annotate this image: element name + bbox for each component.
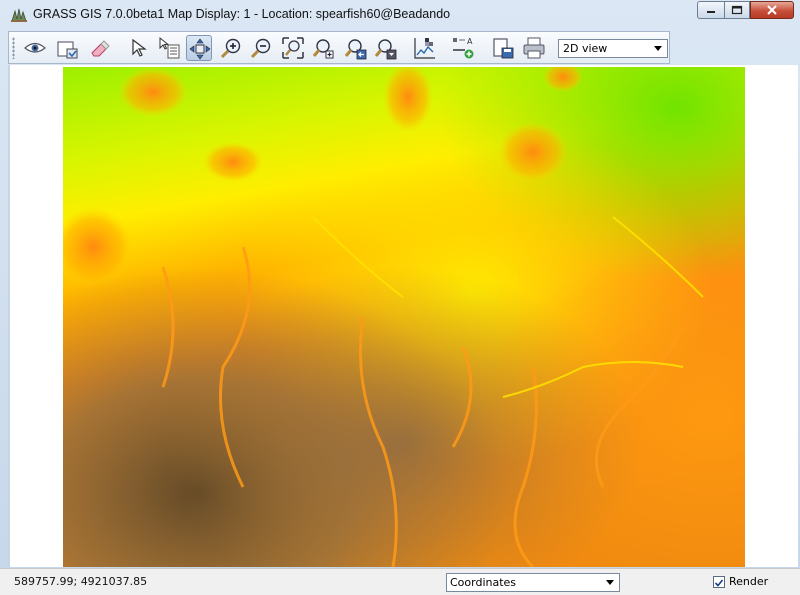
checkmark-icon: [714, 579, 724, 587]
overlay-button[interactable]: A: [450, 35, 476, 61]
zoom-extent-button[interactable]: [280, 35, 306, 61]
save-image-button[interactable]: [490, 35, 516, 61]
maximize-icon: [731, 5, 743, 15]
window-title: GRASS GIS 7.0.0beta1 Map Display: 1 - Lo…: [33, 7, 451, 21]
zoom-menu-button[interactable]: [372, 35, 398, 61]
zoom-region-icon: [312, 39, 334, 59]
coordinates-readout: 589757.99; 4921037.85: [14, 575, 148, 588]
query-button[interactable]: [156, 35, 182, 61]
close-button[interactable]: [750, 1, 794, 19]
map-canvas-border: [8, 65, 10, 567]
title-bar: GRASS GIS 7.0.0beta1 Map Display: 1 - Lo…: [0, 0, 800, 30]
print-button[interactable]: [521, 35, 547, 61]
pan-button[interactable]: [186, 35, 212, 61]
map-display-window: GRASS GIS 7.0.0beta1 Map Display: 1 - Lo…: [0, 0, 800, 595]
status-mode-value: Coordinates: [450, 576, 517, 589]
view-mode-select[interactable]: 2D view: [558, 39, 668, 58]
render-map-icon: [57, 41, 78, 59]
close-icon: [767, 5, 777, 15]
map-toolbar: A 2D view: [8, 31, 670, 64]
zoom-out-button[interactable]: [248, 35, 274, 61]
render-label: Render: [729, 575, 769, 588]
zoom-back-button[interactable]: [342, 35, 368, 61]
grass-app-icon: [11, 8, 27, 22]
pointer-icon: [132, 38, 147, 57]
zoom-extent-icon: [282, 37, 304, 59]
svg-text:A: A: [467, 37, 473, 46]
chevron-down-icon: [606, 580, 614, 585]
zoom-back-icon: [344, 39, 367, 60]
analyze-button[interactable]: [412, 35, 438, 61]
minimize-icon: [707, 11, 715, 13]
view-mode-value: 2D view: [563, 42, 608, 55]
maximize-button[interactable]: [724, 1, 750, 19]
zoom-in-icon: [220, 38, 241, 59]
status-bar: 589757.99; 4921037.85 Coordinates Render: [0, 568, 800, 595]
save-image-icon: [493, 38, 514, 59]
zoom-region-button[interactable]: [310, 35, 336, 61]
toolbar-grip[interactable]: [12, 37, 15, 59]
overlay-icon: A: [453, 37, 474, 59]
render-map-button[interactable]: [54, 35, 80, 61]
query-icon: [159, 36, 180, 59]
zoom-out-icon: [250, 38, 271, 59]
pan-icon: [189, 38, 211, 60]
zoom-in-button[interactable]: [218, 35, 244, 61]
analyze-icon: [414, 38, 435, 59]
display-map-button[interactable]: [22, 35, 48, 61]
render-checkbox[interactable]: [713, 576, 725, 588]
erase-display-icon: [91, 40, 110, 57]
zoom-menu-icon: [374, 39, 397, 60]
pointer-button[interactable]: [126, 35, 152, 61]
elevation-raster[interactable]: [63, 67, 745, 567]
chevron-down-icon: [654, 46, 662, 51]
display-map-icon: [24, 42, 46, 53]
status-mode-select[interactable]: Coordinates: [446, 573, 620, 592]
print-icon: [523, 37, 545, 59]
erase-display-button[interactable]: [86, 35, 112, 61]
minimize-button[interactable]: [697, 1, 724, 19]
